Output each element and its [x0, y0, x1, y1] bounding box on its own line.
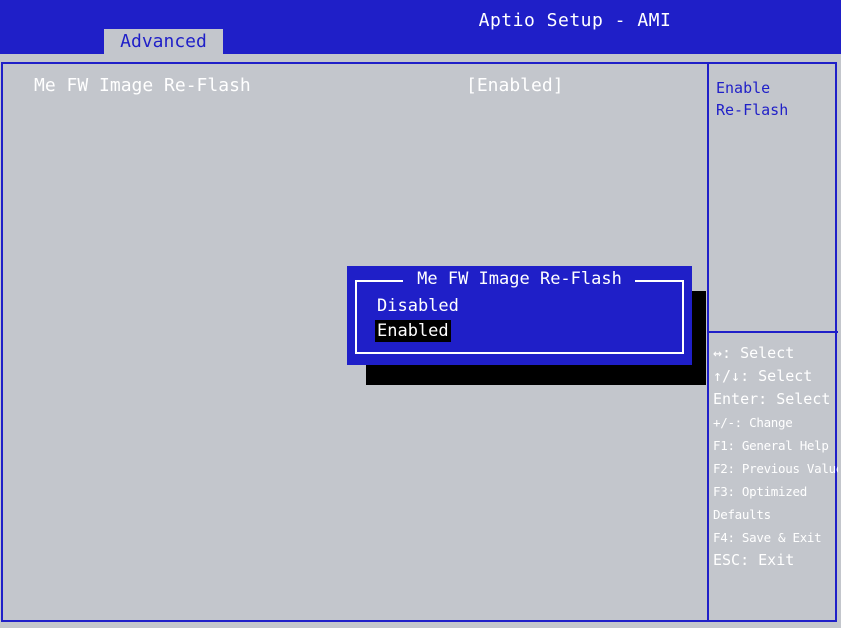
key-legend-row: ↑/↓: Select	[713, 367, 813, 385]
tab-advanced[interactable]: Advanced	[104, 29, 223, 54]
key-legend-row: Defaults	[713, 507, 771, 522]
option-enabled[interactable]: Enabled	[375, 320, 451, 342]
help-line-2: Re-Flash	[716, 101, 789, 119]
popup-title: Me FW Image Re-Flash	[417, 269, 622, 289]
key-legend-row: F2: Previous Values	[713, 461, 838, 476]
setting-label-me-fw-reflash[interactable]: Me FW Image Re-Flash	[34, 75, 251, 96]
popup-frame	[355, 280, 684, 354]
keys-panel-divider	[707, 331, 838, 333]
help-text: Enable Re-Flash	[716, 77, 831, 121]
header-bar: Aptio Setup - AMI Advanced	[0, 0, 841, 54]
key-legend-row: F4: Save & Exit	[713, 530, 822, 545]
help-panel-divider	[707, 62, 709, 622]
app-title: Aptio Setup - AMI	[478, 10, 672, 31]
key-legend-row: F1: General Help	[713, 438, 829, 453]
key-legend-row: F3: Optimized	[713, 484, 807, 499]
key-legend-row: Enter: Select	[713, 390, 831, 408]
key-legend-row: ESC: Exit	[713, 551, 795, 569]
key-legend-row: ↔: Select	[713, 344, 795, 362]
key-legend-row: +/-: Change	[713, 415, 793, 430]
help-line-1: Enable	[716, 79, 771, 97]
bios-screen: Aptio Setup - AMI Advanced Me FW Image R…	[0, 0, 841, 628]
option-popup: Me FW Image Re-Flash Disabled Enabled	[347, 266, 692, 365]
setting-value-me-fw-reflash[interactable]: [Enabled]	[466, 75, 564, 96]
option-disabled[interactable]: Disabled	[375, 295, 461, 317]
key-legend: ↔: Select ↑/↓: Select Enter: Select +/-:…	[713, 342, 838, 572]
